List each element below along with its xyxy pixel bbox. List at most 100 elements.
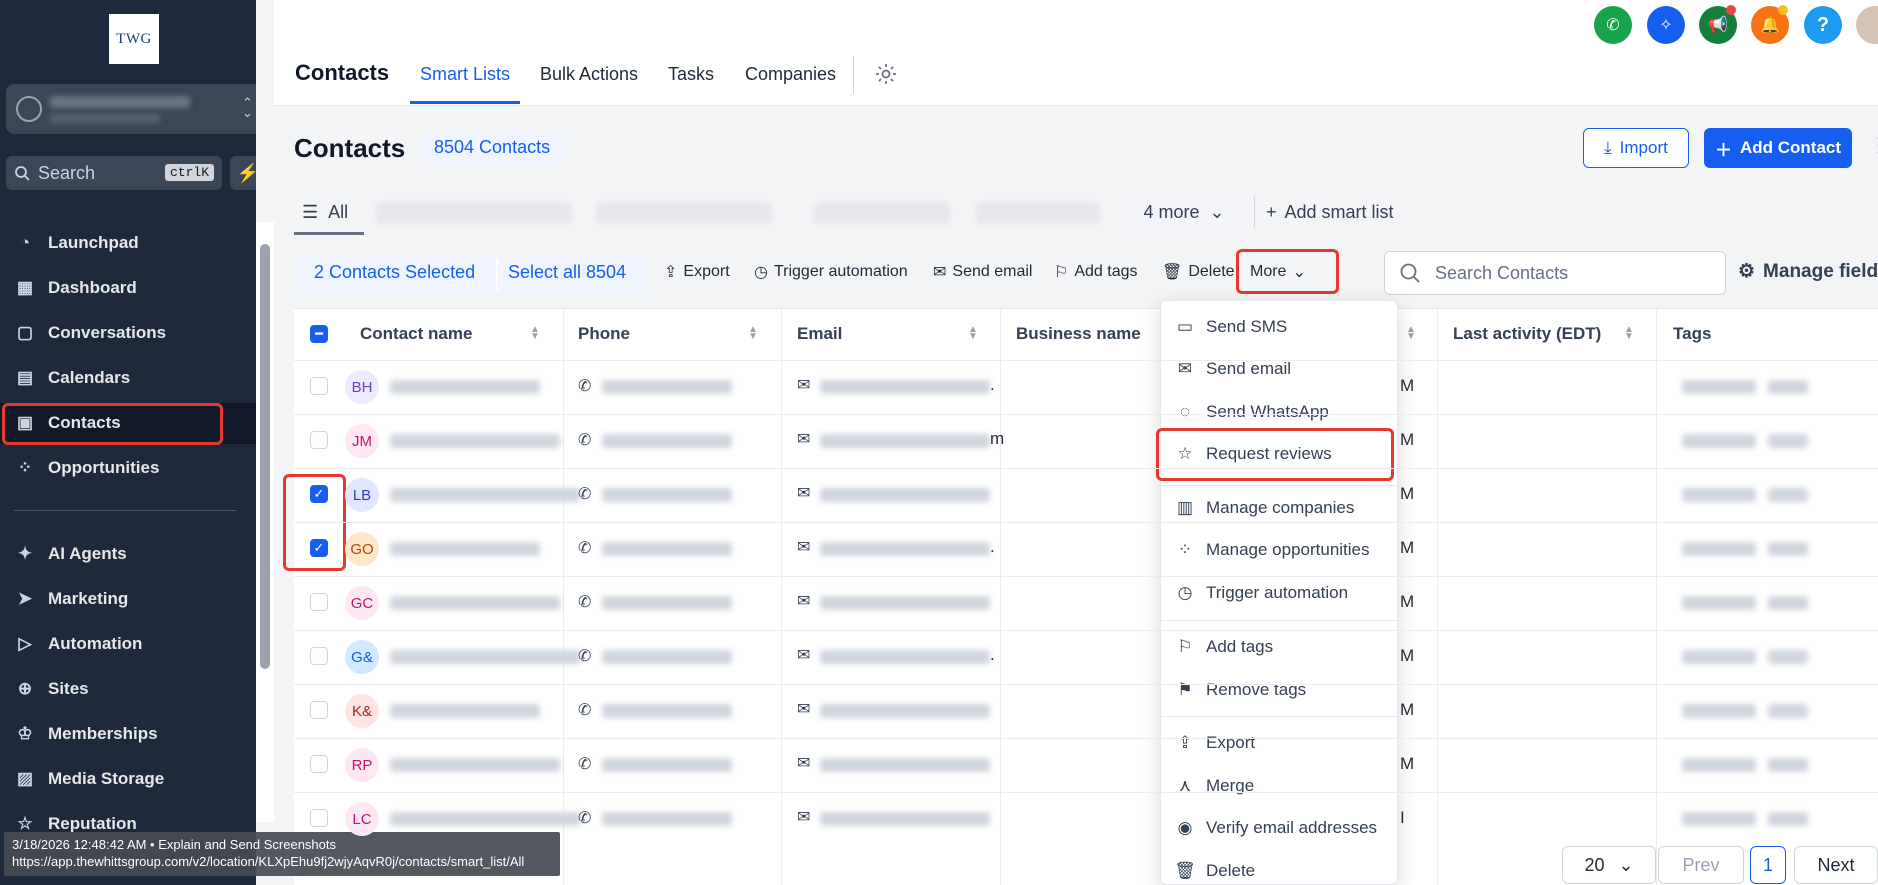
tab-companies[interactable]: Companies — [745, 64, 836, 85]
smart-list-tab-blurred[interactable] — [596, 202, 772, 224]
phone-number-blurred[interactable] — [602, 704, 732, 718]
contact-name-blurred[interactable] — [390, 542, 540, 556]
email-blurred[interactable] — [820, 434, 990, 448]
mail-icon[interactable]: ✉ — [797, 429, 810, 449]
phone-icon[interactable]: ✆ — [578, 646, 591, 666]
sidebar-item-memberships[interactable]: ♔ Memberships — [14, 714, 157, 754]
sidebar-item-media-storage[interactable]: ▨ Media Storage — [14, 759, 164, 799]
page-size-select[interactable]: 20 ⌄ — [1562, 846, 1656, 884]
phone-icon[interactable]: ✆ — [578, 376, 591, 396]
column-header-phone[interactable]: Phone — [578, 308, 630, 360]
tag-count-blurred[interactable] — [1768, 812, 1808, 826]
import-button[interactable]: ⤓ Import — [1583, 128, 1689, 168]
tag-chip-blurred[interactable] — [1682, 542, 1756, 556]
contact-name-blurred[interactable] — [390, 650, 580, 664]
tag-count-blurred[interactable] — [1768, 488, 1808, 502]
sidebar-item-calendars[interactable]: ▤ Calendars — [14, 358, 130, 398]
menu-item-send-sms[interactable]: ▭ Send SMS — [1176, 317, 1287, 337]
sort-icon[interactable]: ▲ ▼ — [1406, 325, 1416, 342]
tag-count-blurred[interactable] — [1768, 650, 1808, 664]
phone-icon[interactable]: ✆ — [578, 592, 591, 612]
row-checkbox[interactable] — [310, 701, 328, 719]
ai-sparkle-icon[interactable]: ✧ — [1647, 6, 1685, 44]
tab-bulk-actions[interactable]: Bulk Actions — [540, 64, 638, 85]
contact-name-blurred[interactable] — [390, 758, 560, 772]
mail-icon[interactable]: ✉ — [797, 807, 810, 827]
email-blurred[interactable] — [820, 704, 990, 718]
email-blurred[interactable] — [820, 488, 990, 502]
tag-chip-blurred[interactable] — [1682, 434, 1756, 448]
phone-number-blurred[interactable] — [602, 380, 732, 394]
sidebar-scrollbar-thumb[interactable] — [260, 244, 270, 669]
phone-number-blurred[interactable] — [602, 650, 732, 664]
settings-gear-icon[interactable] — [874, 62, 898, 91]
mail-icon[interactable]: ✉ — [797, 375, 810, 395]
add-smart-list-button[interactable]: + Add smart list — [1266, 202, 1394, 223]
sidebar-item-dashboard[interactable]: ▦ Dashboard — [14, 268, 137, 308]
email-blurred[interactable] — [820, 758, 990, 772]
next-page-button[interactable]: Next — [1794, 846, 1878, 884]
sidebar-search[interactable]: Search ctrlK — [6, 156, 222, 190]
phone-number-blurred[interactable] — [602, 542, 732, 556]
phone-icon[interactable]: ✆ — [578, 700, 591, 720]
phone-number-blurred[interactable] — [602, 812, 732, 826]
tag-count-blurred[interactable] — [1768, 758, 1808, 772]
email-blurred[interactable] — [820, 596, 990, 610]
add-contact-button[interactable]: ＋ Add Contact — [1704, 128, 1852, 168]
help-icon[interactable]: ? — [1804, 6, 1842, 44]
sort-icon[interactable]: ▲ ▼ — [1624, 325, 1634, 342]
tag-chip-blurred[interactable] — [1682, 596, 1756, 610]
add-tags-action[interactable]: ⚐ Add tags — [1054, 262, 1138, 282]
mail-icon[interactable]: ✉ — [797, 537, 810, 557]
sidebar-item-opportunities[interactable]: ⁘ Opportunities — [14, 448, 160, 488]
contact-name-blurred[interactable] — [390, 596, 560, 610]
mail-icon[interactable]: ✉ — [797, 483, 810, 503]
tag-chip-blurred[interactable] — [1682, 650, 1756, 664]
more-smart-lists-dropdown[interactable]: 4 more ⌄ — [1122, 192, 1246, 232]
tag-chip-blurred[interactable] — [1682, 812, 1756, 826]
sidebar-item-launchpad[interactable]: ◔ Launchpad — [14, 223, 139, 263]
phone-number-blurred[interactable] — [602, 758, 732, 772]
tag-chip-blurred[interactable] — [1682, 758, 1756, 772]
phone-icon[interactable]: ✆ — [1594, 6, 1632, 44]
smart-list-tab-blurred[interactable] — [376, 202, 572, 224]
tag-count-blurred[interactable] — [1768, 434, 1808, 448]
sort-icon[interactable]: ▲ ▼ — [968, 325, 978, 342]
tag-count-blurred[interactable] — [1768, 380, 1808, 394]
sidebar-item-conversations[interactable]: ▢ Conversations — [14, 313, 166, 353]
contact-name-blurred[interactable] — [390, 704, 540, 718]
tag-count-blurred[interactable] — [1768, 542, 1808, 556]
sidebar-item-sites[interactable]: ⊕ Sites — [14, 669, 89, 709]
email-blurred[interactable] — [820, 542, 990, 556]
row-checkbox[interactable]: ✓ — [310, 539, 328, 557]
smart-list-tab-all[interactable]: ☰ All — [302, 202, 348, 223]
column-header-last-activity[interactable]: Last activity (EDT) — [1453, 308, 1601, 360]
row-checkbox[interactable] — [310, 755, 328, 773]
column-header-tags[interactable]: Tags — [1673, 308, 1711, 360]
phone-icon[interactable]: ✆ — [578, 808, 591, 828]
email-blurred[interactable] — [820, 812, 990, 826]
contact-name-blurred[interactable] — [390, 488, 580, 502]
select-all-checkbox[interactable]: ━ — [310, 325, 328, 343]
phone-icon[interactable]: ✆ — [578, 754, 591, 774]
column-header-contact-name[interactable]: Contact name — [360, 308, 472, 360]
manage-fields-button[interactable]: ⚙ Manage fields — [1738, 260, 1878, 283]
tab-tasks[interactable]: Tasks — [668, 64, 714, 85]
tag-count-blurred[interactable] — [1768, 596, 1808, 610]
quick-actions-bolt-icon[interactable]: ⚡ — [230, 156, 256, 190]
sort-icon[interactable]: ▲ ▼ — [530, 325, 540, 342]
row-checkbox[interactable] — [310, 809, 328, 827]
tag-chip-blurred[interactable] — [1682, 380, 1756, 394]
tab-smart-lists[interactable]: Smart Lists — [420, 64, 510, 85]
row-checkbox[interactable] — [310, 647, 328, 665]
mail-icon[interactable]: ✉ — [797, 645, 810, 665]
email-blurred[interactable] — [820, 650, 990, 664]
search-contacts-input[interactable]: Search Contacts — [1384, 251, 1726, 295]
row-checkbox[interactable] — [310, 431, 328, 449]
phone-number-blurred[interactable] — [602, 488, 732, 502]
sidebar-item-marketing[interactable]: ➤ Marketing — [14, 579, 128, 619]
sort-icon[interactable]: ▲ ▼ — [748, 325, 758, 342]
account-switcher[interactable]: ⌃ ⌄ — [6, 84, 256, 134]
tag-chip-blurred[interactable] — [1682, 488, 1756, 502]
column-header-business-name[interactable]: Business name — [1016, 308, 1141, 360]
